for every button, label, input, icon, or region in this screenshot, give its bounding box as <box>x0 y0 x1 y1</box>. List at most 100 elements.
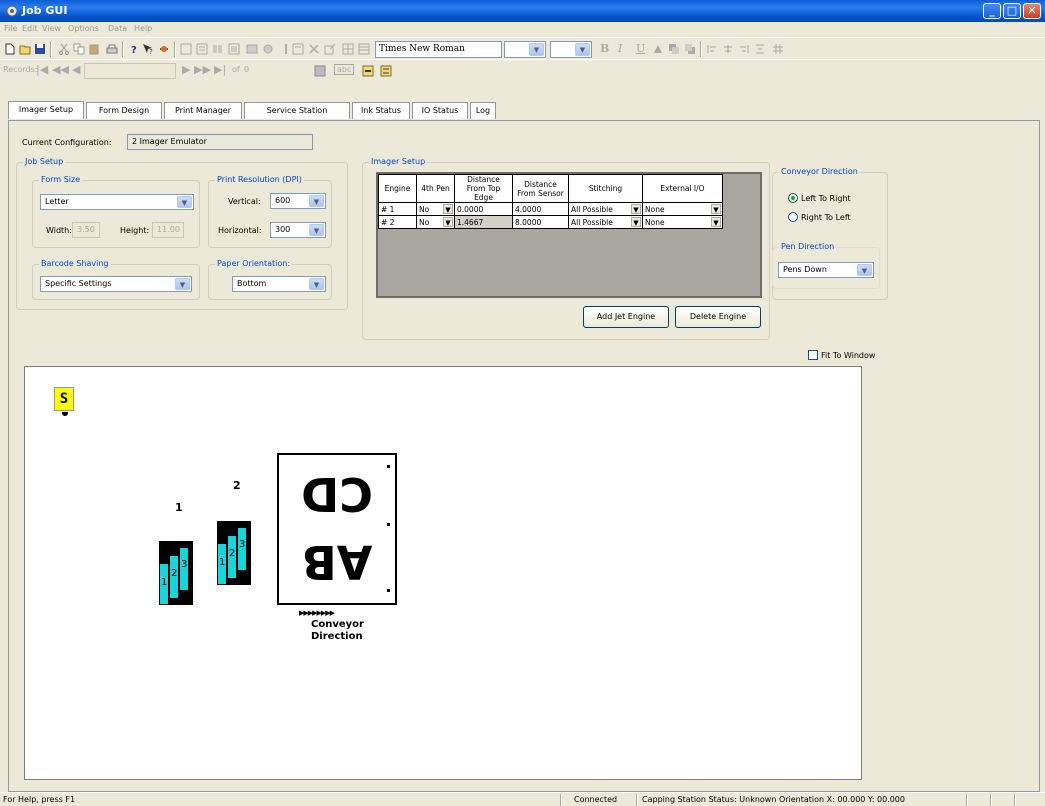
chevron-down-icon[interactable]: ▼ <box>309 195 324 207</box>
send-back-icon[interactable] <box>684 43 696 55</box>
stitching-cell[interactable]: All Possible ▼ <box>568 215 643 229</box>
tab-log[interactable]: Log <box>470 102 496 119</box>
chevron-down-icon[interactable]: ▼ <box>175 278 190 290</box>
distance-sensor-cell[interactable]: 4.0000 <box>512 202 569 216</box>
field-icon[interactable] <box>314 65 326 77</box>
tab-print-manager[interactable]: Print Manager <box>164 102 242 119</box>
fit-to-window-label[interactable]: Fit To Window <box>821 351 875 360</box>
engine-2-block[interactable]: 1 2 3 <box>217 521 251 585</box>
right-to-left-label[interactable]: Right To Left <box>801 213 851 222</box>
form-preview[interactable]: CD AB <box>277 453 397 605</box>
menu-file[interactable]: File <box>4 24 17 33</box>
grid-icon[interactable] <box>342 43 354 55</box>
menu-data[interactable]: Data <box>108 24 127 33</box>
chevron-down-icon[interactable]: ▼ <box>711 217 721 227</box>
distance-sensor-cell[interactable]: 8.0000 <box>512 215 569 229</box>
tab-imager-setup[interactable]: Imager Setup <box>8 101 84 119</box>
chevron-down-icon[interactable]: ▼ <box>711 204 721 214</box>
tab-service-station[interactable]: Service Station <box>244 102 350 119</box>
next-page-button[interactable]: ▶▶ <box>194 63 211 76</box>
pin-icon[interactable] <box>280 43 292 55</box>
chevron-down-icon[interactable]: ▼ <box>309 224 324 236</box>
left-to-right-label[interactable]: Left To Right <box>801 194 851 203</box>
left-to-right-radio[interactable] <box>788 193 798 203</box>
graphic-tool-icon[interactable] <box>262 43 274 55</box>
chevron-down-icon[interactable]: ▼ <box>529 43 544 56</box>
minimize-button[interactable]: _ <box>983 3 1001 19</box>
tab-ink-status[interactable]: Ink Status <box>352 102 410 119</box>
font-style-combo[interactable]: ▼ <box>504 41 546 58</box>
database-icon[interactable] <box>380 65 392 77</box>
copy-icon[interactable] <box>73 43 85 55</box>
box-tool-icon[interactable] <box>246 43 258 55</box>
record-number-input[interactable] <box>84 63 176 79</box>
menu-view[interactable]: View <box>42 24 61 33</box>
color-icon[interactable] <box>652 43 664 55</box>
external-io-cell[interactable]: None ▼ <box>642 202 723 216</box>
fit-to-window-checkbox[interactable] <box>808 350 818 360</box>
align-right-icon[interactable] <box>738 43 750 55</box>
engine-1-block[interactable]: 1 2 3 <box>159 541 193 605</box>
export-icon[interactable] <box>324 43 336 55</box>
font-size-combo[interactable]: ▼ <box>550 41 592 58</box>
next-record-button[interactable]: ▶ <box>182 63 190 76</box>
right-to-left-radio[interactable] <box>788 212 798 222</box>
pen-direction-select[interactable]: Pens Down ▼ <box>778 262 874 278</box>
distance-top-cell[interactable]: 0.0000 <box>454 202 513 216</box>
bold-button[interactable]: B <box>600 42 609 55</box>
barcode-tool-icon[interactable] <box>212 43 224 55</box>
add-engine-button[interactable]: Add Jet Engine <box>583 306 669 328</box>
chevron-down-icon[interactable]: ▼ <box>443 217 453 227</box>
line-tool-icon[interactable] <box>228 43 240 55</box>
chevron-down-icon[interactable]: ▼ <box>857 264 872 276</box>
prev-page-button[interactable]: ◀◀ <box>52 63 69 76</box>
menu-options[interactable]: Options <box>68 24 99 33</box>
chevron-down-icon[interactable]: ▼ <box>575 43 590 56</box>
align-center-icon[interactable] <box>722 43 734 55</box>
abc-button[interactable]: abc <box>334 64 355 75</box>
height-field[interactable]: 11.00 <box>152 222 184 238</box>
chevron-down-icon[interactable]: ▼ <box>177 196 192 208</box>
font-name-combo[interactable]: Times New Roman <box>375 41 502 58</box>
table-row[interactable]: # 2 No ▼ 1.4667 8.0000 All Possible ▼ None… <box>378 215 723 229</box>
maximize-button[interactable]: □ <box>1003 3 1021 19</box>
chevron-down-icon[interactable]: ▼ <box>443 204 453 214</box>
first-record-button[interactable]: |◀ <box>36 63 48 76</box>
delete-icon[interactable] <box>308 43 320 55</box>
italic-button[interactable]: I <box>618 42 622 55</box>
last-record-button[interactable]: ▶| <box>214 63 226 76</box>
vertical-dpi-select[interactable]: 600 ▼ <box>270 193 326 209</box>
form-size-select[interactable]: Letter ▼ <box>40 194 194 210</box>
stitching-cell[interactable]: All Possible ▼ <box>568 202 643 216</box>
tab-form-design[interactable]: Form Design <box>86 102 162 119</box>
properties-icon[interactable] <box>292 43 304 55</box>
table-icon[interactable] <box>358 43 370 55</box>
horizontal-dpi-select[interactable]: 300 ▼ <box>270 222 326 238</box>
prev-record-button[interactable]: ◀ <box>72 63 80 76</box>
new-file-icon[interactable] <box>4 43 16 55</box>
open-folder-icon[interactable] <box>19 43 31 55</box>
table-row[interactable]: # 1 No ▼ 0.0000 4.0000 All Possible ▼ None… <box>378 202 723 216</box>
underline-button[interactable]: U <box>636 42 645 55</box>
connect-icon[interactable] <box>158 43 170 55</box>
align-left-icon[interactable] <box>706 43 718 55</box>
cut-icon[interactable] <box>58 43 70 55</box>
bring-front-icon[interactable] <box>668 43 680 55</box>
barcode-shaving-select[interactable]: Specific Settings ▼ <box>40 276 192 292</box>
chevron-down-icon[interactable]: ▼ <box>631 217 641 227</box>
pen-cell[interactable]: No ▼ <box>416 215 455 229</box>
start-marker[interactable]: S <box>54 387 74 411</box>
distance-top-cell[interactable]: 1.4667 <box>454 215 513 229</box>
snap-grid-icon[interactable] <box>772 43 784 55</box>
chevron-down-icon[interactable]: ▼ <box>309 278 324 290</box>
import-icon[interactable] <box>362 65 374 77</box>
image-tool-icon[interactable] <box>196 43 208 55</box>
paper-orientation-select[interactable]: Bottom ▼ <box>232 276 326 292</box>
text-tool-icon[interactable] <box>180 43 192 55</box>
help-icon[interactable]: ? <box>128 43 140 55</box>
external-io-cell[interactable]: None ▼ <box>642 215 723 229</box>
preview-canvas[interactable]: S 1 1 2 3 2 1 2 3 CD AB ▶▶▶▶▶▶▶▶ Conveyo… <box>24 366 862 780</box>
menu-help[interactable]: Help <box>134 24 152 33</box>
delete-engine-button[interactable]: Delete Engine <box>675 306 761 328</box>
tab-io-status[interactable]: IO Status <box>412 102 468 119</box>
